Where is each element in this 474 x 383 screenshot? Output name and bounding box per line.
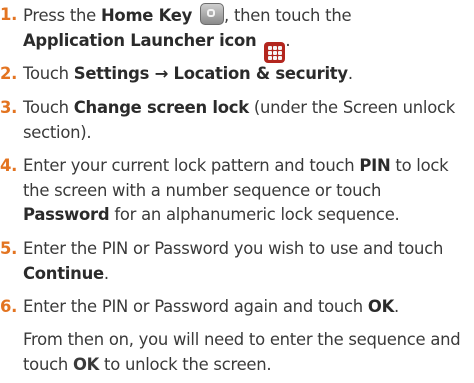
step-number: 2. [0, 64, 18, 83]
ok-label: OK [72, 354, 100, 374]
step-1-line-2: Application Launcher icon . [23, 29, 466, 64]
step-text: Enter your current lock pattern and touc… [23, 156, 449, 225]
settings-path-label: Settings → Location & security [73, 64, 348, 83]
ok-label: OK [367, 297, 395, 316]
step-1-line-1: Press the Home Key , then touch the [23, 3, 466, 29]
continue-label: Continue [23, 263, 104, 283]
step-text: Touch Settings → Location & security. [23, 64, 353, 83]
application-launcher-label: Application Launcher icon [23, 30, 257, 50]
step-number: 6. [0, 297, 18, 316]
closing-note: From then on, you will need to enter the… [23, 330, 461, 374]
instruction-document: 1. Press the Home Key , then touch the A… [0, 0, 474, 383]
step-number: 4. [0, 156, 18, 175]
change-screen-lock-label: Change screen lock [73, 98, 249, 117]
home-key-label: Home Key [100, 6, 193, 25]
step-text: Press the Home Key , then touch the Appl… [23, 3, 466, 64]
step-number: 1. [0, 5, 18, 24]
step-text: Enter the PIN or Password again and touc… [23, 297, 400, 316]
step-text: Touch Change screen lock (under the Scre… [23, 98, 456, 142]
step-text: Enter the PIN or Password you wish to us… [23, 239, 444, 283]
password-label: Password [23, 205, 110, 225]
step-number: 5. [0, 239, 18, 258]
step-number: 3. [0, 98, 18, 117]
pin-label: PIN [359, 156, 391, 175]
application-launcher-icon [264, 42, 286, 64]
home-key-icon [200, 3, 225, 25]
